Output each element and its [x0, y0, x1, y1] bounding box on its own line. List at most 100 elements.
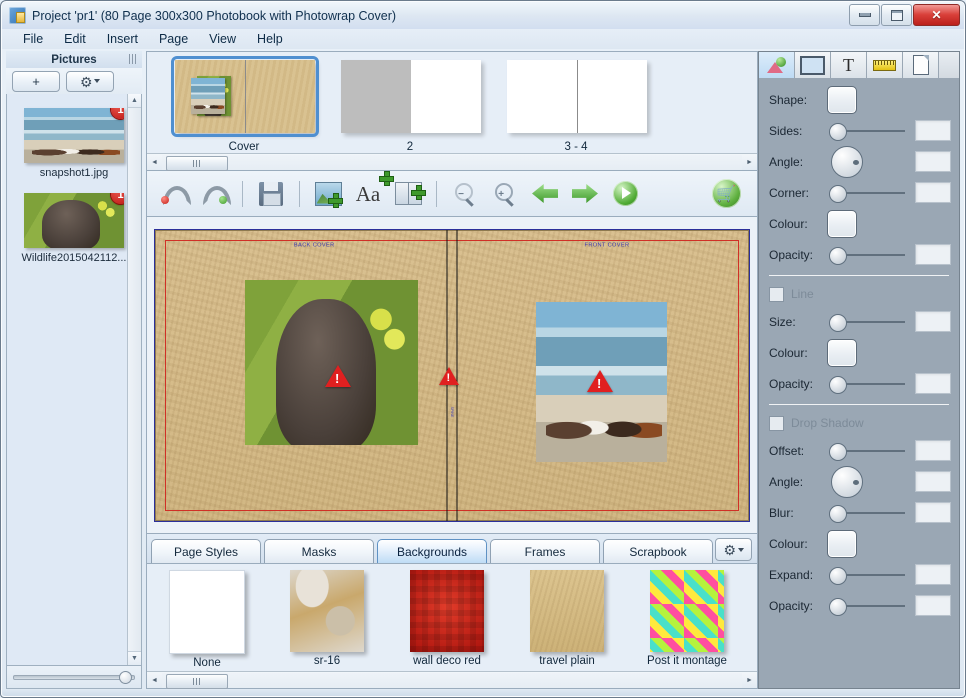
- picture-thumbnail[interactable]: 1: [24, 108, 124, 163]
- order-button[interactable]: 🛒: [707, 175, 745, 213]
- marmot-photo[interactable]: [245, 279, 418, 445]
- colour-picker[interactable]: [827, 209, 857, 238]
- low-resolution-warning-icon[interactable]: [587, 369, 613, 392]
- previous-page-button[interactable]: [526, 175, 564, 213]
- background-swatch[interactable]: [169, 570, 245, 654]
- picture-thumbnail[interactable]: 1: [24, 193, 124, 248]
- preview-button[interactable]: [606, 175, 644, 213]
- add-text-button[interactable]: Aa: [349, 171, 393, 213]
- zoom-in-button[interactable]: +: [486, 175, 524, 213]
- expand-value[interactable]: [915, 564, 951, 585]
- blur-slider[interactable]: [829, 504, 905, 523]
- add-page-button[interactable]: [389, 175, 427, 213]
- sides-slider[interactable]: [829, 122, 905, 141]
- line-colour-picker[interactable]: [827, 338, 857, 367]
- offset-slider[interactable]: [829, 442, 905, 461]
- scrollbar-thumb[interactable]: [166, 673, 228, 689]
- minimize-button[interactable]: [849, 4, 880, 26]
- background-swatch[interactable]: [650, 570, 724, 652]
- slider-knob[interactable]: [829, 375, 847, 394]
- page-spread-cover[interactable]: Cover: [171, 56, 319, 153]
- scroll-down-icon[interactable]: ▼: [128, 651, 141, 665]
- scrollbar-thumb[interactable]: [166, 155, 228, 171]
- slider-knob[interactable]: [829, 122, 847, 141]
- list-item[interactable]: 1 Wildlife2015042112...: [19, 193, 129, 264]
- gallery-item[interactable]: Post it montage: [627, 570, 747, 667]
- background-swatch[interactable]: [530, 570, 604, 652]
- shadow-opacity-slider[interactable]: [829, 597, 905, 616]
- pictures-scrollbar[interactable]: ▲ ▼: [127, 94, 141, 665]
- scroll-right-icon[interactable]: ►: [742, 673, 757, 688]
- low-resolution-warning-icon[interactable]: [325, 364, 351, 387]
- sides-value[interactable]: [915, 120, 951, 141]
- tab-shapes[interactable]: [759, 52, 795, 78]
- zoom-slider-knob[interactable]: [119, 670, 132, 684]
- list-item[interactable]: 1 snapshot1.jpg: [19, 108, 129, 179]
- menu-file[interactable]: File: [14, 30, 52, 48]
- tab-text[interactable]: T: [831, 52, 867, 78]
- tab-masks[interactable]: Masks: [264, 539, 374, 563]
- pictures-zoom-slider[interactable]: [6, 666, 142, 689]
- gallery-item[interactable]: wall deco red: [387, 570, 507, 667]
- page-spread-2[interactable]: 2: [341, 60, 481, 153]
- slider-knob[interactable]: [829, 504, 847, 523]
- menu-edit[interactable]: Edit: [55, 30, 95, 48]
- slider-knob[interactable]: [829, 246, 847, 265]
- gallery-item[interactable]: travel plain: [507, 570, 627, 667]
- shadow-opacity-value[interactable]: [915, 595, 951, 616]
- menu-page[interactable]: Page: [150, 30, 197, 48]
- tab-ruler[interactable]: [867, 52, 903, 78]
- zoom-out-button[interactable]: −: [446, 175, 484, 213]
- panel-grip-icon[interactable]: [129, 54, 138, 64]
- line-size-slider[interactable]: [829, 313, 905, 332]
- add-picture-button[interactable]: [309, 175, 347, 213]
- blur-value[interactable]: [915, 502, 951, 523]
- slider-knob[interactable]: [829, 566, 847, 585]
- background-swatch[interactable]: [290, 570, 364, 652]
- low-resolution-warning-icon[interactable]: [439, 366, 459, 385]
- page-spread-3-4[interactable]: 3 - 4: [507, 60, 647, 153]
- line-opacity-value[interactable]: [915, 373, 951, 394]
- tab-scrapbook[interactable]: Scrapbook: [603, 539, 713, 563]
- slider-knob[interactable]: [829, 313, 847, 332]
- line-checkbox[interactable]: [769, 286, 784, 302]
- redo-button[interactable]: [195, 175, 233, 213]
- tab-frames[interactable]: Frames: [490, 539, 600, 563]
- cover-spread-canvas[interactable]: BACK COVER FRONT COVER SPINE: [154, 228, 750, 522]
- save-button[interactable]: [252, 175, 290, 213]
- content-options-button[interactable]: [715, 538, 752, 561]
- shadow-angle-value[interactable]: [915, 471, 951, 492]
- slider-knob[interactable]: [829, 442, 847, 461]
- maximize-button[interactable]: [881, 4, 912, 26]
- corner-slider[interactable]: [829, 184, 905, 203]
- add-picture-button[interactable]: +: [12, 70, 60, 92]
- scroll-up-icon[interactable]: ▲: [128, 94, 141, 108]
- canvas-area[interactable]: BACK COVER FRONT COVER SPINE: [146, 217, 758, 534]
- menu-insert[interactable]: Insert: [98, 30, 147, 48]
- menu-view[interactable]: View: [200, 30, 245, 48]
- expand-slider[interactable]: [829, 566, 905, 585]
- shadow-colour-picker[interactable]: [827, 529, 857, 558]
- menu-help[interactable]: Help: [248, 30, 292, 48]
- slider-knob[interactable]: [829, 184, 847, 203]
- corner-value[interactable]: [915, 182, 951, 203]
- line-opacity-slider[interactable]: [829, 375, 905, 394]
- drop-shadow-checkbox[interactable]: [769, 415, 784, 431]
- pictures-options-button[interactable]: [66, 70, 114, 92]
- offset-value[interactable]: [915, 440, 951, 461]
- tab-page-styles[interactable]: Page Styles: [151, 539, 261, 563]
- background-swatch[interactable]: [410, 570, 484, 652]
- gallery-item[interactable]: None: [147, 570, 267, 669]
- tab-backgrounds[interactable]: Backgrounds: [377, 539, 487, 563]
- gallery-item[interactable]: sr-16: [267, 570, 387, 667]
- next-page-button[interactable]: [566, 175, 604, 213]
- shadow-angle-dial[interactable]: [831, 465, 863, 498]
- angle-dial[interactable]: [831, 145, 863, 178]
- gallery-scrollbar[interactable]: ◄ ►: [147, 671, 757, 689]
- shape-picker[interactable]: [827, 85, 857, 114]
- scroll-left-icon[interactable]: ◄: [147, 673, 162, 688]
- line-size-value[interactable]: [915, 311, 951, 332]
- close-button[interactable]: ✕: [913, 4, 960, 26]
- scroll-right-icon[interactable]: ►: [742, 155, 757, 170]
- angle-value[interactable]: [915, 151, 951, 172]
